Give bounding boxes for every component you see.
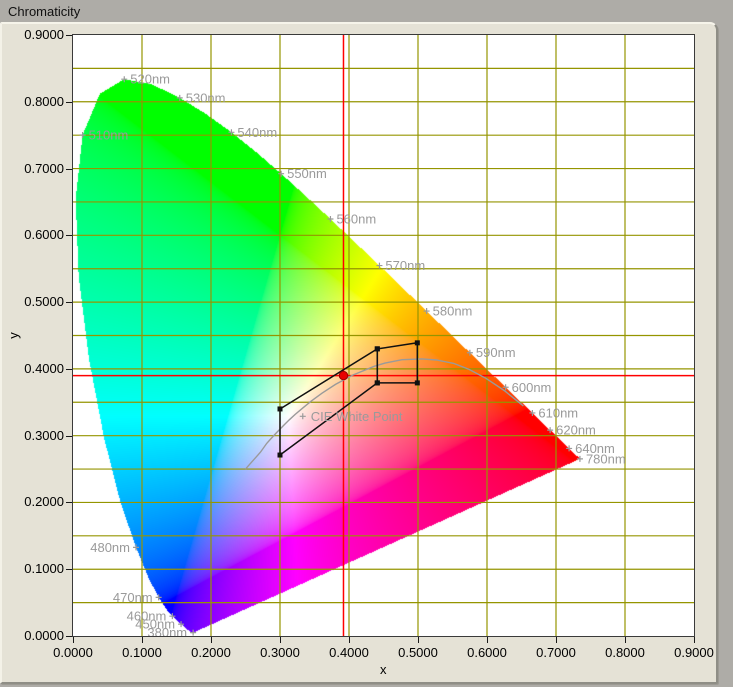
wavelength-label: 470nm: [113, 590, 153, 605]
wavelength-label: 380nm: [147, 625, 187, 636]
wavelength-label: 510nm: [89, 128, 129, 143]
wavelength-label: 520nm: [130, 72, 170, 87]
x-tick-label: 0.6000: [456, 646, 518, 660]
y-tick-label: 0.9000: [4, 28, 64, 42]
wavelength-tick-icon: [376, 263, 382, 269]
wavelength-label: 560nm: [336, 211, 376, 226]
x-tick-mark: [625, 637, 626, 643]
wavelength-tick-icon: [121, 76, 127, 82]
plot-overlay: 520nm 530nm 510nm 540nm 550nm 560nm 570nm 580nm…: [73, 35, 694, 636]
x-tick-mark: [211, 637, 212, 643]
x-tick-mark: [694, 637, 695, 643]
x-tick-label: 0.1000: [111, 646, 173, 660]
wavelength-label: 580nm: [433, 304, 473, 319]
wavelength-tick-icon: [228, 129, 234, 135]
quad-vertex-handle: [278, 453, 283, 458]
wavelength-tick-icon: [424, 308, 430, 314]
x-tick-mark: [349, 637, 350, 643]
wavelength-tick-icon: [177, 95, 183, 101]
wavelength-tick-icon: [278, 171, 284, 177]
x-tick-label: 0.3000: [249, 646, 311, 660]
y-tick-mark: [66, 569, 72, 570]
x-tick-label: 0.5000: [387, 646, 449, 660]
x-tick-mark: [556, 637, 557, 643]
white-point-label: CIE White Point: [311, 409, 403, 424]
window-title: Chromaticity: [8, 4, 80, 19]
measurement-point-marker: [339, 371, 347, 379]
wavelength-tick-icon: [467, 350, 473, 356]
x-tick-mark: [73, 637, 74, 643]
y-tick-label: 0.5000: [4, 295, 64, 309]
y-tick-label: 0.1000: [4, 562, 64, 576]
y-tick-label: 0.6000: [4, 228, 64, 242]
wavelength-label: 610nm: [538, 405, 578, 420]
y-tick-mark: [66, 436, 72, 437]
wavelength-tick-icon: [80, 132, 86, 138]
quad-vertex-handle: [415, 340, 420, 345]
x-tick-mark: [280, 637, 281, 643]
wavelength-tick-icon: [156, 594, 162, 600]
y-tick-mark: [66, 302, 72, 303]
wavelength-label: 600nm: [512, 380, 552, 395]
y-tick-label: 0.3000: [4, 429, 64, 443]
x-tick-label: 0.4000: [318, 646, 380, 660]
wavelength-label: 540nm: [237, 125, 277, 140]
wavelength-tick-icon: [547, 427, 553, 433]
quad-vertex-handle: [375, 346, 380, 351]
x-tick-mark: [487, 637, 488, 643]
x-tick-label: 0.0000: [42, 646, 104, 660]
y-tick-label: 0.7000: [4, 162, 64, 176]
wavelength-label: 780nm: [586, 451, 626, 466]
y-tick-mark: [66, 35, 72, 36]
y-tick-label: 0.8000: [4, 95, 64, 109]
wavelength-tick-icon: [529, 410, 535, 416]
wavelength-label: 620nm: [556, 423, 596, 438]
y-tick-label: 0.0000: [4, 629, 64, 643]
y-tick-mark: [66, 169, 72, 170]
x-tick-label: 0.9000: [663, 646, 725, 660]
y-tick-mark: [66, 636, 72, 637]
wavelength-label: 550nm: [287, 166, 327, 181]
wavelength-label: 590nm: [476, 345, 516, 360]
wavelength-label: 480nm: [90, 540, 130, 555]
y-tick-label: 0.4000: [4, 362, 64, 376]
wavelength-label: 570nm: [385, 258, 425, 273]
x-tick-label: 0.2000: [180, 646, 242, 660]
wavelength-label: 530nm: [186, 90, 226, 105]
y-tick-mark: [66, 502, 72, 503]
wavelength-tick-icon: [577, 456, 583, 462]
x-axis-title: x: [380, 662, 387, 677]
quad-vertex-handle: [278, 406, 283, 411]
x-tick-mark: [418, 637, 419, 643]
wavelength-tick-icon: [566, 445, 572, 451]
plot-area: 520nm 530nm 510nm 540nm 550nm 560nm 570nm 580nm…: [72, 34, 695, 637]
wavelength-tick-icon: [327, 216, 333, 222]
y-tick-mark: [66, 369, 72, 370]
quad-vertex-handle: [375, 380, 380, 385]
y-axis-title: y: [6, 332, 21, 339]
quad-vertex-handle: [415, 380, 420, 385]
wavelength-tick-icon: [190, 630, 196, 636]
y-tick-label: 0.2000: [4, 495, 64, 509]
y-tick-mark: [66, 235, 72, 236]
x-tick-mark: [142, 637, 143, 643]
wavelength-tick-icon: [133, 544, 139, 550]
y-tick-mark: [66, 102, 72, 103]
x-tick-label: 0.7000: [525, 646, 587, 660]
chromaticity-window: Chromaticity 520nm 530nm 510nm 540nm 550nm 56…: [0, 0, 733, 687]
x-tick-label: 0.8000: [594, 646, 656, 660]
white-point-icon: [300, 413, 306, 419]
tolerance-quad: [377, 343, 417, 383]
